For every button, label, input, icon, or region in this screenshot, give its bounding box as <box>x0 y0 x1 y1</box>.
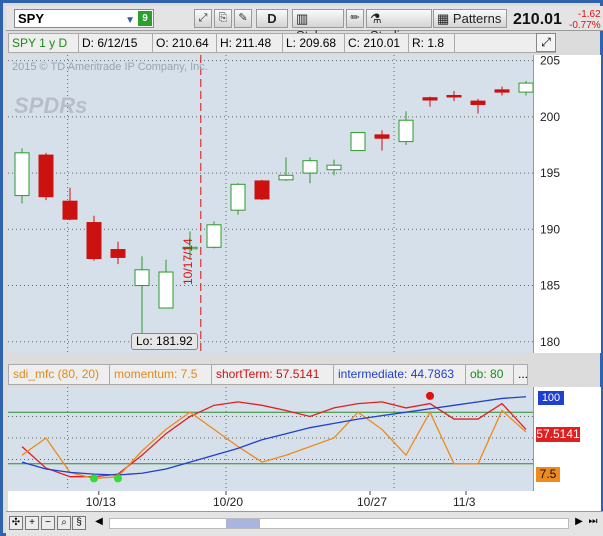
axis-label-100: 100 <box>538 391 564 405</box>
price-tick-label: 195 <box>540 166 560 180</box>
bar-close: C: 210.01 <box>345 34 409 52</box>
bar-open: O: 210.64 <box>153 34 217 52</box>
short-term-value: shortTerm: 57.5141 <box>212 365 334 384</box>
date-axis-ticks: 10/13 10/20 10/27 11/3 <box>86 491 476 509</box>
momentum-value: momentum: 7.5 <box>110 365 212 384</box>
candle-body <box>398 119 414 143</box>
price-tick-label: 185 <box>540 279 560 293</box>
scroll-right-icon[interactable]: ▶ <box>572 516 586 530</box>
study-background <box>8 387 533 491</box>
scroll-end-icon[interactable]: ⏭ <box>586 516 600 530</box>
pencil-icon[interactable]: ✏ <box>346 9 364 28</box>
symbol-period[interactable]: SPY 1 y D <box>9 34 79 52</box>
candle-body <box>206 224 222 248</box>
candle-body <box>134 269 150 287</box>
price-tick-label: 205 <box>540 55 560 68</box>
candle-body <box>230 183 246 211</box>
axis-label-shortterm: 57.5141 <box>536 427 580 442</box>
zoom-in-icon[interactable]: + <box>25 516 39 530</box>
signal-dot <box>114 474 122 483</box>
pct-change: -0.77% <box>569 20 601 31</box>
copy-icon[interactable]: ⎘ <box>214 9 232 28</box>
candle-body <box>86 222 102 260</box>
chevron-down-icon[interactable]: ▼ <box>125 12 135 29</box>
candle-body <box>326 164 342 171</box>
study-name[interactable]: sdi_mfc (80, 20) <box>9 365 110 384</box>
vline-label: 10/17/14 <box>181 238 195 285</box>
net-change: -1.62 <box>577 9 601 20</box>
candle-body <box>110 249 126 258</box>
studies-button[interactable]: ⚗ Studies <box>366 9 432 43</box>
candle-body <box>278 174 294 181</box>
bar-date: D: 6/12/15 <box>79 34 153 52</box>
candle-body <box>62 200 78 220</box>
zoom-out-icon[interactable]: − <box>41 516 55 530</box>
toolbar: SPY ▼ 9 ⤢ ⎘ ✎ D ▥ Style ✏ ⚗ Studies ▦ Pa… <box>6 6 603 43</box>
copyright-text: 2015 © TD Ameritrade IP Company, Inc. <box>12 61 208 73</box>
candle-body <box>14 152 30 197</box>
chart-window: SPY ▼ 9 ⤢ ⎘ ✎ D ▥ Style ✏ ⚗ Studies ▦ Pa… <box>0 0 603 536</box>
pan-icon[interactable]: ✣ <box>9 516 23 530</box>
scrollbar-thumb[interactable] <box>226 519 260 528</box>
expand-icon[interactable]: ⤢ <box>536 33 556 52</box>
intermediate-value: intermediate: 44.7863 <box>334 365 466 384</box>
date-tick-label: 10/13 <box>86 495 116 509</box>
price-tick-label: 180 <box>540 335 560 349</box>
price-chart[interactable]: 2015 © TD Ameritrade IP Company, Inc. SP… <box>8 55 533 353</box>
low-label: Lo: 181.92 <box>131 333 198 350</box>
price-axis[interactable]: 180 185 190 195 200 205 <box>533 54 601 353</box>
style-icon: ▥ <box>296 11 309 26</box>
study-header: sdi_mfc (80, 20) momentum: 7.5 shortTerm… <box>8 364 528 385</box>
candle-body <box>350 132 366 152</box>
reset-zoom-icon[interactable]: ⌕ <box>57 516 71 530</box>
axis-label-momentum: 7.5 <box>536 467 560 482</box>
timeframe-button[interactable]: D <box>256 9 288 28</box>
date-axis[interactable]: 10/13 10/20 10/27 11/3 <box>8 491 601 511</box>
study-chart[interactable] <box>8 387 533 491</box>
patterns-button[interactable]: ▦ Patterns <box>433 9 507 28</box>
candle-body <box>254 180 270 200</box>
bar-range: R: 1.8 <box>409 34 455 52</box>
style-button[interactable]: ▥ Style <box>292 9 344 43</box>
bar-low: L: 209.68 <box>283 34 345 52</box>
price-tick-label: 200 <box>540 110 560 124</box>
candle-body <box>470 100 486 105</box>
symbol-link-badge[interactable]: 9 <box>138 11 152 26</box>
scrollbar-track[interactable] <box>109 518 569 529</box>
last-price: 210.01 <box>513 11 562 28</box>
drawing-icon[interactable]: § <box>72 516 86 530</box>
symbol-text: SPY <box>18 11 45 26</box>
price-axis-ticks: 180 185 190 195 200 205 <box>540 54 560 349</box>
candle-body <box>302 160 318 174</box>
candle-body <box>38 154 54 198</box>
candle-body <box>374 134 390 139</box>
share-icon[interactable]: ⤢ <box>194 9 212 28</box>
more-button[interactable]: ... <box>514 365 528 384</box>
symbol-selector[interactable]: SPY ▼ 9 <box>14 9 154 28</box>
quote-info-bar: SPY 1 y D D: 6/12/15 O: 210.64 H: 211.48… <box>8 33 556 53</box>
study-plot[interactable] <box>8 387 533 491</box>
navigation-bar: ✣ + − ⌕ § ◀ ▶ ⏭ <box>6 511 603 536</box>
spdr-logo: SPDRs <box>14 93 88 118</box>
candle-body <box>158 271 174 309</box>
candle-body <box>518 82 533 93</box>
candle-body <box>446 94 462 98</box>
price-tick-label: 190 <box>540 222 560 236</box>
ob-value: ob: 80 <box>466 365 514 384</box>
patterns-label: Patterns <box>452 11 502 26</box>
signal-dot <box>426 391 434 400</box>
date-tick-label: 10/20 <box>213 495 243 509</box>
scroll-left-icon[interactable]: ◀ <box>92 516 106 530</box>
candle-body <box>422 97 438 101</box>
study-axis[interactable]: 100 57.5141 7.5 <box>533 387 601 491</box>
date-tick-label: 11/3 <box>453 495 476 509</box>
signal-dot <box>90 474 98 483</box>
bar-high: H: 211.48 <box>217 34 283 52</box>
candle-body <box>494 89 510 93</box>
date-tick-label: 10/27 <box>357 495 387 509</box>
studies-icon: ⚗ <box>370 11 382 26</box>
price-change: -1.62 -0.77% <box>569 9 601 31</box>
patterns-icon: ▦ <box>437 11 450 26</box>
wrench-icon[interactable]: ✎ <box>234 9 252 28</box>
